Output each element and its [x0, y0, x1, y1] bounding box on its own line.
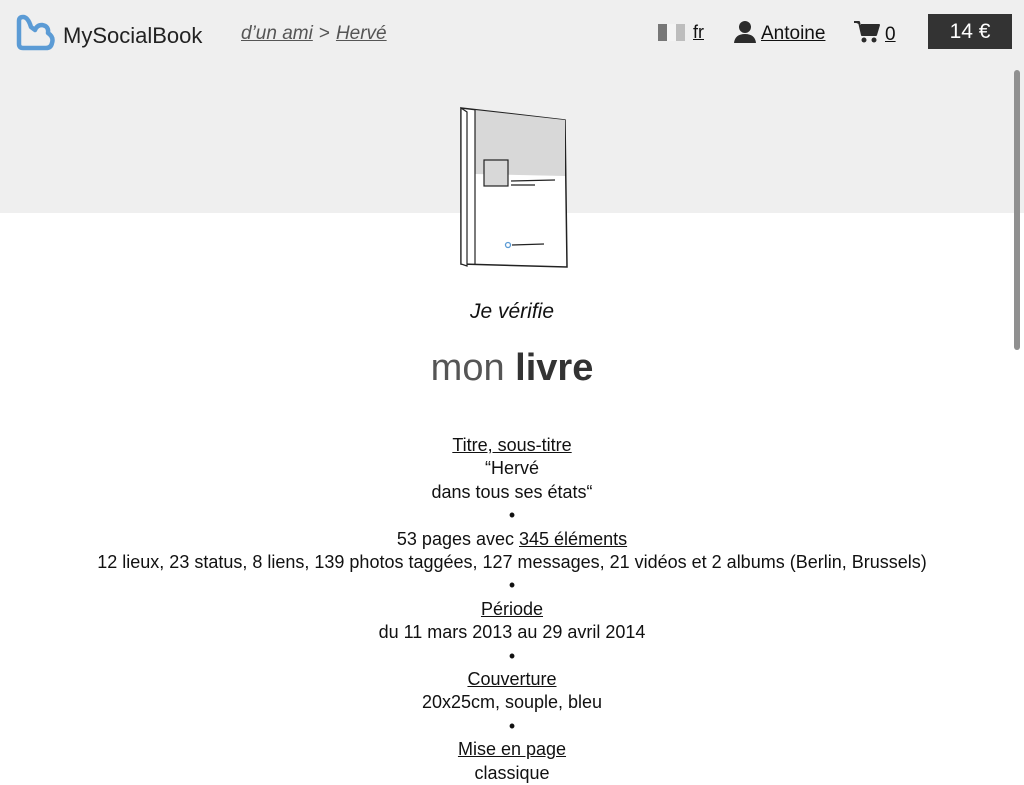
elements-link[interactable]: 345 éléments [519, 529, 627, 549]
title-value-line2: dans tous ses états“ [431, 481, 593, 502]
period-link[interactable]: Période [481, 599, 543, 619]
cover-value: 20x25cm, souple, bleu [421, 692, 603, 713]
brand-name[interactable]: MySocialBook [63, 23, 202, 49]
bullet-separator: • [508, 645, 516, 666]
elements-detail: 12 lieux, 23 status, 8 liens, 139 photos… [97, 552, 927, 573]
user-name[interactable]: Antoine [761, 23, 825, 45]
heart-book-logo-icon[interactable] [16, 13, 56, 58]
bullet-separator: • [508, 715, 516, 736]
breadcrumb: d’un ami > Hervé [241, 23, 387, 45]
user-menu[interactable]: Antoine [733, 19, 825, 48]
title-bold: livre [515, 347, 594, 389]
breadcrumb-separator: > [318, 23, 330, 44]
page-title: mon livre [0, 347, 1024, 390]
layout-link[interactable]: Mise en page [458, 739, 566, 759]
breadcrumb-link-herve[interactable]: Hervé [336, 23, 387, 44]
title-value-line1: “Hervé [484, 458, 539, 479]
cart[interactable]: 0 [853, 19, 896, 50]
period-value: du 11 mars 2013 au 29 avril 2014 [378, 622, 646, 643]
header: MySocialBook d’un ami > Hervé fr Antoine 0… [0, 0, 1024, 68]
check-label: Je vérifie [469, 300, 555, 323]
pages-count: 53 pages avec [396, 528, 514, 549]
flag-icon [658, 24, 685, 41]
book-details: Titre, sous-titre “Hervé dans tous ses é… [0, 434, 1024, 785]
breadcrumb-link-friend[interactable]: d’un ami [241, 23, 313, 44]
price-button[interactable]: 14 € [928, 14, 1012, 49]
cart-icon [853, 19, 881, 50]
language-label[interactable]: fr [693, 22, 704, 43]
user-icon [733, 19, 757, 48]
cart-count[interactable]: 0 [885, 24, 896, 46]
book-illustration [455, 104, 570, 274]
cover-link[interactable]: Couverture [467, 669, 556, 689]
bullet-separator: • [508, 505, 516, 526]
title-subtitle-link[interactable]: Titre, sous-titre [452, 435, 571, 455]
title-light: mon [430, 347, 505, 389]
bullet-separator: • [508, 575, 516, 596]
language-selector[interactable]: fr [658, 22, 704, 43]
layout-value: classique [474, 762, 550, 783]
